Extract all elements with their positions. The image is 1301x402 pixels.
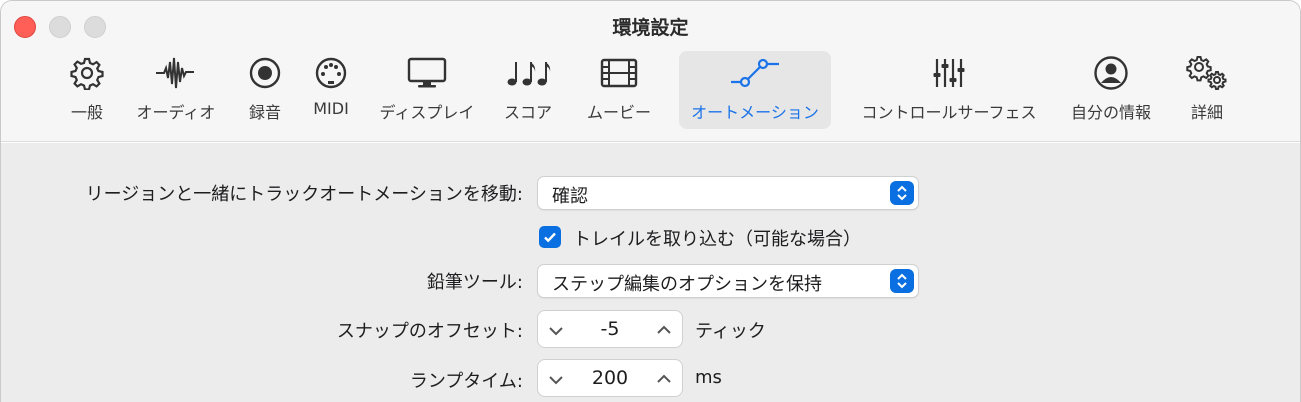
tab-midi[interactable]: MIDI <box>303 51 359 129</box>
waveform-icon <box>154 51 198 95</box>
tab-general[interactable]: 一般 <box>59 51 115 129</box>
tab-label: コントロールサーフェス <box>861 103 1037 122</box>
tab-automation[interactable]: オートメーション <box>679 51 831 129</box>
tab-control-surfaces[interactable]: コントロールサーフェス <box>853 51 1045 129</box>
updown-chevron-icon <box>890 181 914 205</box>
tab-label: スコア <box>503 103 552 122</box>
snap-offset-label: スナップのオフセット: <box>336 321 523 342</box>
automation-settings-panel: リージョンと一緒にトラックオートメーションを移動: 確認 トレイルを取り込む（可… <box>1 143 1300 402</box>
pencil-tool-popup[interactable]: ステップ編集のオプションを保持 <box>537 264 919 298</box>
ramp-time-unit: ms <box>695 367 722 388</box>
midi-connector-icon <box>314 51 348 95</box>
music-notes-icon <box>505 51 551 95</box>
ramp-time-stepper[interactable]: 200 <box>537 359 683 397</box>
display-icon <box>406 51 448 95</box>
tab-my-info[interactable]: 自分の情報 <box>1061 51 1161 129</box>
tab-movie[interactable]: ムービー <box>577 51 661 129</box>
tab-label: 一般 <box>70 103 103 122</box>
preferences-window: 環境設定 一般 オーディオ 録音 MIDI ディスプレイ スコア ムービー オー… <box>0 0 1301 402</box>
tab-label: ムービー <box>586 103 651 122</box>
tab-label: オーディオ <box>136 103 216 122</box>
tab-label: オートメーション <box>691 103 819 122</box>
tab-display[interactable]: ディスプレイ <box>371 51 483 129</box>
film-icon <box>599 51 639 95</box>
title-toolbar: 環境設定 一般 オーディオ 録音 MIDI ディスプレイ スコア ムービー オー… <box>1 1 1300 142</box>
updown-chevron-icon <box>890 269 914 293</box>
gear-icon <box>70 51 104 95</box>
chevron-up-icon[interactable] <box>654 320 674 340</box>
popup-value: 確認 <box>552 186 588 207</box>
include-trail-checkbox[interactable] <box>539 226 561 248</box>
gears-icon <box>1185 51 1229 95</box>
tab-label: 詳細 <box>1190 103 1223 122</box>
move-automation-label: リージョンと一緒にトラックオートメーションを移動: <box>85 184 523 205</box>
tab-label: 自分の情報 <box>1070 103 1151 122</box>
tab-label: ディスプレイ <box>379 103 475 122</box>
tab-advanced[interactable]: 詳細 <box>1179 51 1235 129</box>
automation-curve-icon <box>729 51 781 95</box>
ramp-time-label: ランプタイム: <box>409 371 523 392</box>
include-trail-label: トレイルを取り込む（可能な場合） <box>573 229 861 250</box>
snap-offset-stepper[interactable]: -5 <box>537 310 683 348</box>
faders-icon <box>931 51 967 95</box>
chevron-up-icon[interactable] <box>654 369 674 389</box>
popup-value: ステップ編集のオプションを保持 <box>552 274 822 295</box>
tab-audio[interactable]: オーディオ <box>129 51 223 129</box>
snap-offset-unit: ティック <box>695 321 766 342</box>
pencil-tool-label: 鉛筆ツール: <box>426 272 523 293</box>
window-title: 環境設定 <box>612 17 689 39</box>
tab-label: 録音 <box>248 103 281 122</box>
record-icon <box>248 51 282 95</box>
move-automation-popup[interactable]: 確認 <box>537 176 919 210</box>
tab-label: MIDI <box>313 99 349 118</box>
person-icon <box>1093 51 1129 95</box>
tab-score[interactable]: スコア <box>495 51 561 129</box>
tab-record[interactable]: 録音 <box>239 51 291 129</box>
